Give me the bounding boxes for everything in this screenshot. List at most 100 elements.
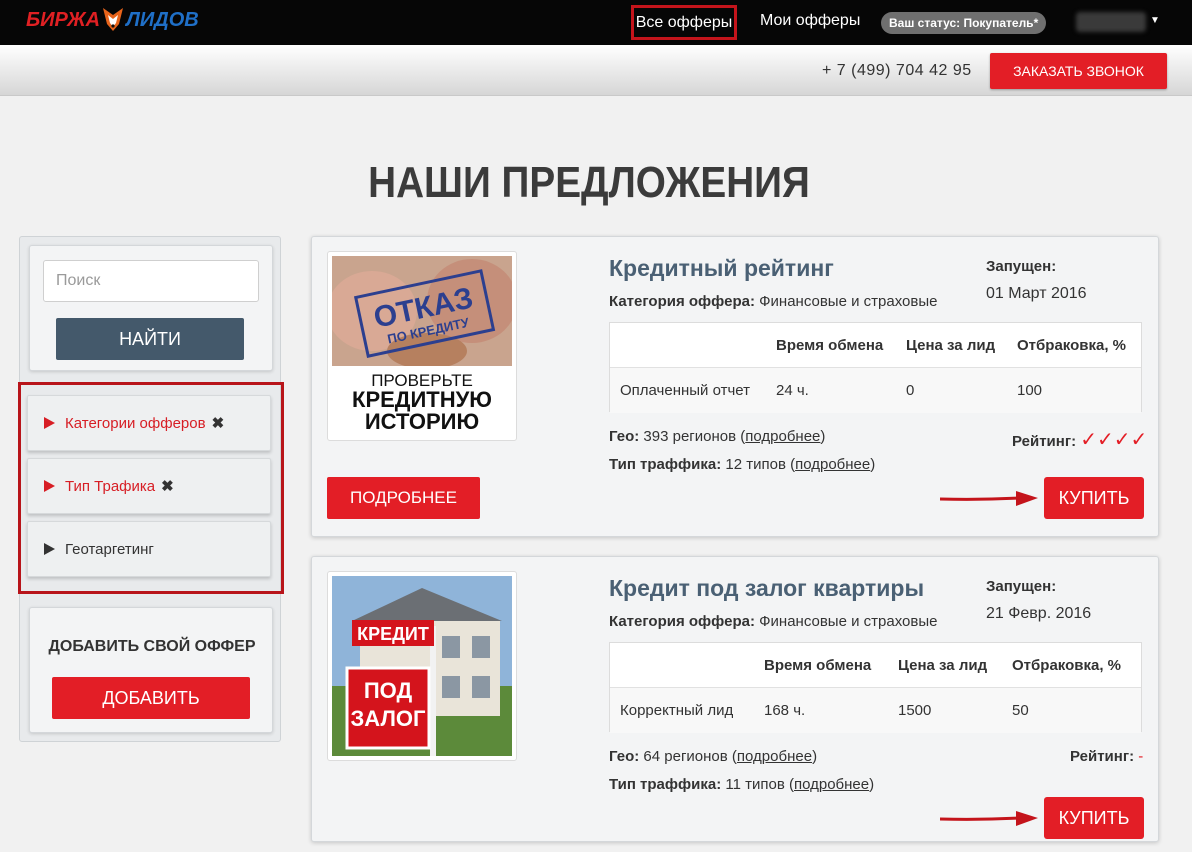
traffic-value: 11 типов ( bbox=[725, 776, 794, 793]
geo-value: 64 регионов ( bbox=[643, 748, 737, 765]
sign-text-under: ПОД bbox=[364, 678, 413, 703]
col-rejection: Отбраковка, % bbox=[1012, 657, 1121, 674]
geo-details-link[interactable]: подробнее bbox=[745, 428, 820, 445]
table-row: Корректный лид 168 ч. 1500 50 bbox=[610, 688, 1141, 733]
phone-number: + 7 (499) 704 42 95 bbox=[822, 62, 972, 79]
offer-category: Категория оффера: Финансовые и страховые bbox=[609, 613, 937, 630]
callback-button[interactable]: ЗАКАЗАТЬ ЗВОНОК bbox=[990, 53, 1167, 89]
category-label: Категория оффера: bbox=[609, 293, 755, 310]
geo-label: Гео: bbox=[609, 748, 640, 765]
rating-value: - bbox=[1138, 748, 1144, 765]
category-value: Финансовые и страховые bbox=[759, 613, 938, 630]
sign-text-pledge: ЗАЛОГ bbox=[351, 706, 426, 731]
arrow-right-icon bbox=[940, 811, 1038, 826]
add-offer-title: ДОБАВИТЬ СВОЙ ОФФЕР bbox=[48, 638, 256, 655]
cell-rejection: 100 bbox=[1017, 382, 1043, 399]
cell-price: 0 bbox=[906, 382, 915, 399]
traffic-info: Тип траффика: 12 типов (подробнее) bbox=[609, 456, 876, 473]
page-title: НАШИ ПРЕДЛОЖЕНИЯ bbox=[368, 158, 810, 207]
traffic-label: Тип траффика: bbox=[609, 456, 722, 473]
table-row: Оплаченный отчет 24 ч. 0 100 bbox=[610, 368, 1141, 413]
details-button[interactable]: ПОДРОБНЕЕ bbox=[327, 477, 480, 519]
rating: Рейтинг: ✓✓✓✓ bbox=[1012, 427, 1147, 452]
filter-label: Категории офферов bbox=[65, 415, 206, 432]
cell-rejection: 50 bbox=[1012, 702, 1029, 719]
col-rejection: Отбраковка, % bbox=[1017, 337, 1126, 354]
find-button[interactable]: НАЙТИ bbox=[56, 318, 244, 360]
contact-bar: + 7 (499) 704 42 95 ЗАКАЗАТЬ ЗВОНОК bbox=[0, 45, 1192, 96]
geo-details-link[interactable]: подробнее bbox=[737, 748, 812, 765]
offer-image[interactable]: ОТКАЗ ПО КРЕДИТУ ПРОВЕРЬТЕ КРЕДИТНУЮ ИСТ… bbox=[327, 251, 517, 441]
caret-down-icon[interactable]: ▼ bbox=[1150, 15, 1160, 26]
table-header: Время обмена Цена за лид Отбраковка, % bbox=[610, 323, 1141, 368]
offer-table: Время обмена Цена за лид Отбраковка, % О… bbox=[609, 322, 1142, 413]
arrow-right-icon bbox=[940, 491, 1038, 506]
credit-refusal-image: ОТКАЗ ПО КРЕДИТУ ПРОВЕРЬТЕ КРЕДИТНУЮ ИСТ… bbox=[332, 256, 512, 436]
traffic-label: Тип траффика: bbox=[609, 776, 722, 793]
triangle-right-icon bbox=[44, 417, 55, 429]
traffic-details-link[interactable]: подробнее bbox=[795, 456, 870, 473]
nav-all-offers[interactable]: Все офферы bbox=[631, 5, 737, 40]
col-exchange-time: Время обмена bbox=[776, 337, 884, 354]
start-label: Запущен: bbox=[986, 258, 1057, 275]
filter-group: Категории офферов ✖ Тип Трафика ✖ Геотарге… bbox=[18, 382, 284, 594]
start-date: 01 Март 2016 bbox=[986, 285, 1087, 302]
add-offer-button[interactable]: ДОБАВИТЬ bbox=[52, 677, 250, 719]
logo-text-2: ЛИДОВ bbox=[126, 9, 199, 31]
user-status-badge: Ваш статус: Покупатель* bbox=[881, 12, 1047, 34]
start-date: 21 Февр. 2016 bbox=[986, 605, 1092, 622]
cell-time: 168 ч. bbox=[764, 702, 806, 719]
traffic-info: Тип траффика: 11 типов (подробнее) bbox=[609, 776, 875, 793]
traffic-value: 12 типов ( bbox=[725, 456, 796, 473]
buy-button[interactable]: КУПИТЬ bbox=[1044, 797, 1144, 839]
category-label: Категория оффера: bbox=[609, 613, 755, 630]
filter-geotargeting[interactable]: Геотаргетинг bbox=[27, 521, 271, 577]
offer-table: Время обмена Цена за лид Отбраковка, % К… bbox=[609, 642, 1142, 733]
offer-card: КРЕДИТ ПОД ЗАЛОГ Кредит под залог кварти… bbox=[311, 556, 1159, 842]
rating-label: Рейтинг: bbox=[1012, 433, 1077, 450]
geo-info: Гео: 64 регионов (подробнее) bbox=[609, 748, 818, 765]
cell-type: Корректный лид bbox=[620, 702, 734, 719]
rating-checkmarks-icon: ✓✓✓✓ bbox=[1080, 429, 1148, 451]
col-exchange-time: Время обмена bbox=[764, 657, 872, 674]
rating-label: Рейтинг: bbox=[1070, 748, 1135, 765]
triangle-right-icon bbox=[44, 543, 55, 555]
close-icon[interactable]: ✖ bbox=[161, 478, 174, 495]
cell-time: 24 ч. bbox=[776, 382, 809, 399]
search-input[interactable] bbox=[43, 260, 259, 302]
offer-image[interactable]: КРЕДИТ ПОД ЗАЛОГ bbox=[327, 571, 517, 761]
buy-button[interactable]: КУПИТЬ bbox=[1044, 477, 1144, 519]
cell-type: Оплаченный отчет bbox=[620, 382, 751, 399]
image-text-history: ИСТОРИЮ bbox=[365, 409, 479, 434]
traffic-details-link[interactable]: подробнее bbox=[794, 776, 869, 793]
category-value: Финансовые и страховые bbox=[759, 293, 938, 310]
nav-my-offers[interactable]: Мои офферы bbox=[760, 12, 860, 30]
geo-label: Гео: bbox=[609, 428, 640, 445]
offer-card: ОТКАЗ ПО КРЕДИТУ ПРОВЕРЬТЕ КРЕДИТНУЮ ИСТ… bbox=[311, 236, 1159, 537]
geo-value: 393 регионов ( bbox=[643, 428, 746, 445]
add-offer-panel: ДОБАВИТЬ СВОЙ ОФФЕР ДОБАВИТЬ bbox=[29, 607, 273, 733]
triangle-right-icon bbox=[44, 480, 55, 492]
offer-title[interactable]: Кредитный рейтинг bbox=[609, 255, 834, 282]
filter-traffic-type[interactable]: Тип Трафика ✖ bbox=[27, 458, 271, 514]
filter-categories[interactable]: Категории офферов ✖ bbox=[27, 395, 271, 451]
user-name-blurred[interactable] bbox=[1076, 12, 1146, 32]
sidebar: НАЙТИ Категории офферов ✖ Тип Трафика ✖ Ге… bbox=[18, 236, 284, 742]
cell-price: 1500 bbox=[898, 702, 932, 719]
logo-text-1: БИРЖА bbox=[26, 9, 101, 31]
geo-info: Гео: 393 регионов (подробнее) bbox=[609, 428, 826, 445]
offer-title[interactable]: Кредит под залог квартиры bbox=[609, 575, 924, 602]
sign-text-credit: КРЕДИТ bbox=[357, 624, 429, 644]
search-panel: НАЙТИ bbox=[29, 245, 273, 371]
top-navbar: БИРЖА ЛИДОВ Все офферы Мои офферы Ваш ста… bbox=[0, 0, 1192, 45]
close-icon[interactable]: ✖ bbox=[212, 415, 225, 432]
mortgage-sign-image: КРЕДИТ ПОД ЗАЛОГ bbox=[332, 576, 512, 756]
col-price: Цена за лид bbox=[898, 657, 988, 674]
site-logo[interactable]: БИРЖА ЛИДОВ bbox=[26, 6, 199, 32]
offer-category: Категория оффера: Финансовые и страховые bbox=[609, 293, 937, 310]
filter-label: Геотаргетинг bbox=[65, 541, 154, 558]
col-price: Цена за лид bbox=[906, 337, 996, 354]
rating: Рейтинг: - bbox=[1070, 748, 1143, 765]
table-header: Время обмена Цена за лид Отбраковка, % bbox=[610, 643, 1141, 688]
filter-label: Тип Трафика bbox=[65, 478, 156, 495]
